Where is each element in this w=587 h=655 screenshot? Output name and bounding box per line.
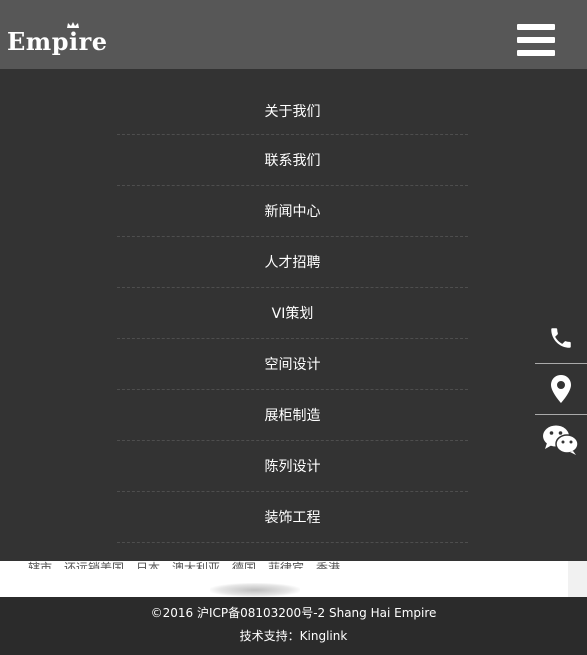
nav-item-decoration-engineering[interactable]: 装饰工程 <box>117 492 468 543</box>
logo[interactable]: Emp ire <box>7 22 108 56</box>
nav-list: 关于我们 联系我们 新闻中心 人才招聘 VI策划 空间设计 展柜制造 陈列设计 … <box>117 69 468 543</box>
nav-item-vi-planning[interactable]: VI策划 <box>117 288 468 339</box>
nav-item-contact[interactable]: 联系我们 <box>117 135 468 186</box>
logo-text-prefix: Emp <box>7 27 69 56</box>
side-phone-button[interactable] <box>535 313 587 364</box>
footer-tech-support[interactable]: 技术支持：Kinglink <box>0 627 587 644</box>
location-pin-icon <box>551 375 571 403</box>
side-contact-bar <box>535 313 587 465</box>
hamburger-menu-icon[interactable] <box>517 24 557 56</box>
nav-item-showcase-manufacturing[interactable]: 展柜制造 <box>117 390 468 441</box>
nav-item-display-design[interactable]: 陈列设计 <box>117 441 468 492</box>
nav-item-space-design[interactable]: 空间设计 <box>117 339 468 390</box>
wechat-icon <box>543 425 579 455</box>
nav-item-about[interactable]: 关于我们 <box>117 69 468 135</box>
phone-icon <box>551 328 571 348</box>
site-header: Emp ire <box>0 0 587 69</box>
side-location-button[interactable] <box>535 364 587 415</box>
logo-text-i: i <box>68 27 79 56</box>
nav-item-careers[interactable]: 人才招聘 <box>117 237 468 288</box>
footer-copyright: ©2016 沪ICP备08103200号-2 Shang Hai Empire <box>150 606 437 620</box>
site-footer: ©2016 沪ICP备08103200号-2 Shang Hai Empire … <box>0 597 587 655</box>
nav-menu-overlay: 关于我们 联系我们 新闻中心 人才招聘 VI策划 空间设计 展柜制造 陈列设计 … <box>0 69 587 561</box>
logo-text-suffix: re <box>78 27 108 56</box>
logo-crown-icon <box>66 22 79 28</box>
content-image-fragment <box>210 583 300 597</box>
side-wechat-button[interactable] <box>535 415 587 465</box>
nav-item-news[interactable]: 新闻中心 <box>117 186 468 237</box>
